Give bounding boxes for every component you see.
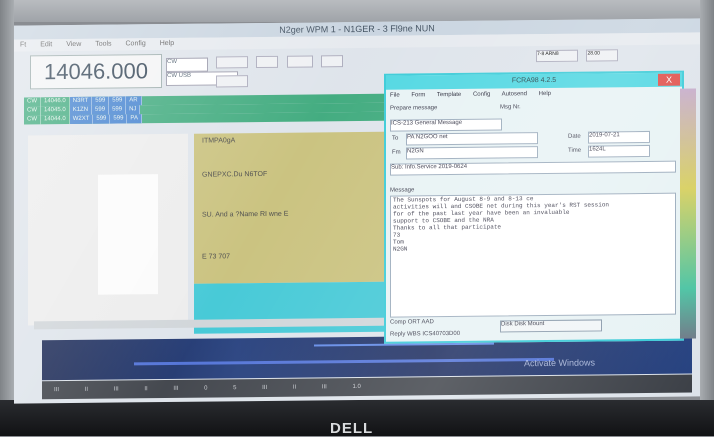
rx-line: SU. And a ?Name RI wne E [202,210,289,219]
cell: PA [127,114,142,124]
right-value[interactable]: 28.00 [586,49,619,62]
cell: 14044.0 [41,115,70,125]
date-label: Date [568,133,581,140]
reply-field[interactable]: WBS ICS40703D00 [407,331,460,338]
control-button[interactable] [321,55,344,68]
right-side-strip [680,88,696,339]
radio-controls [214,54,364,88]
receive-text-pane[interactable]: ITMPA0gA GNEPXC.Du N6TOF SU. And a ?Name… [194,131,394,284]
message-label: Message [390,187,415,194]
dialog-menu: File Form Template Config Autosend Help [390,90,678,103]
cell: N3RT [69,96,93,107]
dialog-menu-item[interactable]: Help [539,91,551,97]
toolbar-button[interactable]: 5 [233,379,236,397]
menu-item[interactable]: Config [126,38,146,50]
from-field[interactable]: N2GN [406,146,538,160]
dialog-menu-item[interactable]: Config [473,92,490,98]
top-right-controls: 7-8 ARN8 28.00 [534,40,694,63]
cell: CW [24,115,41,125]
frequency-display[interactable]: 14046.000 [30,54,162,90]
toolbar-button[interactable]: II [293,379,296,397]
toolbar-button[interactable]: II [85,381,88,399]
rx-line: E 73 707 [202,253,231,261]
to-field[interactable]: PA N2GOO net [406,132,538,146]
prepare-label: Prepare message [390,105,438,112]
menu-item[interactable]: Edit [40,39,52,51]
cell: 599 [92,105,110,115]
cell: 14046.0 [41,97,70,107]
date-field[interactable]: 2019-07-21 [588,130,650,144]
comp-label: Comp [390,319,407,326]
to-label: To [392,135,399,142]
mode-select[interactable]: CW [166,57,208,73]
dialog-menu-item[interactable]: Form [411,92,425,98]
time-label: Time [568,147,582,154]
cell: 14045.0 [41,106,70,116]
msg-nr-label: Msg Nr. [500,104,521,111]
control-button[interactable] [286,55,313,68]
time-field[interactable]: 1624L [588,144,650,158]
dialog-menu-item[interactable]: Autosend [502,91,527,97]
laptop-bezel-right [700,0,714,436]
dialog-menu-item[interactable]: File [390,93,400,99]
cell: NJ [126,105,141,115]
flmsg-dialog: FCRA98 4.2.5 X File Form Template Config… [384,70,684,344]
cell: W2XT [69,114,94,125]
toolbar-button[interactable]: III [114,380,119,398]
toolbar-button[interactable]: III [322,378,327,396]
toolbar-button[interactable]: 0 [204,380,207,398]
rx-line: ITMPA0gA [202,137,236,145]
cell: CW [24,97,41,107]
cell: CW [24,106,41,116]
dialog-toolbar: Prepare message Msg Nr. [390,103,678,116]
dialog-bottom: Comp ORT AAD Disk Disk Mount Reply WBS I… [390,317,678,338]
left-pane [28,133,188,326]
toolbar-button[interactable]: 1.0 [353,378,361,396]
menu-item[interactable]: Tools [95,39,111,51]
menu-item[interactable]: Ft [20,39,26,51]
laptop-bezel-left [0,0,14,436]
dialog-title: FCRA98 4.2.5 [386,72,682,90]
cell: K1ZN [69,105,93,116]
from-label: Fm [392,149,401,156]
toolbar-button[interactable]: II [144,380,147,398]
toolbar-button[interactable]: III [54,381,59,399]
cell: 599 [110,114,128,124]
menu-item[interactable]: Help [160,38,174,50]
cell: 599 [92,96,110,106]
rx-line: GNEPXC.Du N6TOF [202,170,268,179]
right-label: 7-8 ARN8 [536,49,578,63]
close-icon: X [665,74,672,85]
cell: 599 [93,114,111,124]
cell: AR [126,96,142,106]
close-button[interactable]: X [658,73,680,86]
comp-field[interactable]: ORT AAD [408,319,434,325]
cell: 599 [109,96,127,106]
menu-item[interactable]: View [66,39,81,51]
section-tab[interactable]: ICS-213 General Message [390,118,502,132]
left-pane-panel [98,174,158,295]
brand-logo: DELL [330,420,374,437]
control-button[interactable] [256,55,279,69]
toolbar-button[interactable]: III [173,380,178,398]
message-textarea[interactable]: The Sunspots for August 8-9 and 8-13 ce … [390,192,676,318]
disk-button[interactable]: Disk Disk Mount [500,319,602,333]
log-grid: CW 14046.0 N3RT 599 599 AR CW 14045.0 K1… [24,93,414,135]
activation-watermark: Activate Windows [524,357,596,369]
cell: 599 [109,105,127,115]
control-button[interactable] [216,75,248,88]
subject-field[interactable]: Sub: Info.Service 2019-0624 [390,160,676,176]
dialog-menu-item[interactable]: Template [437,92,461,98]
monitor-screen: N2ger WPM 1 - N1GER - 3 Fl9ne NUN Ft Edi… [14,18,700,404]
control-button[interactable] [216,56,248,69]
toolbar-button[interactable]: III [262,379,267,397]
reply-label: Reply [390,331,406,338]
